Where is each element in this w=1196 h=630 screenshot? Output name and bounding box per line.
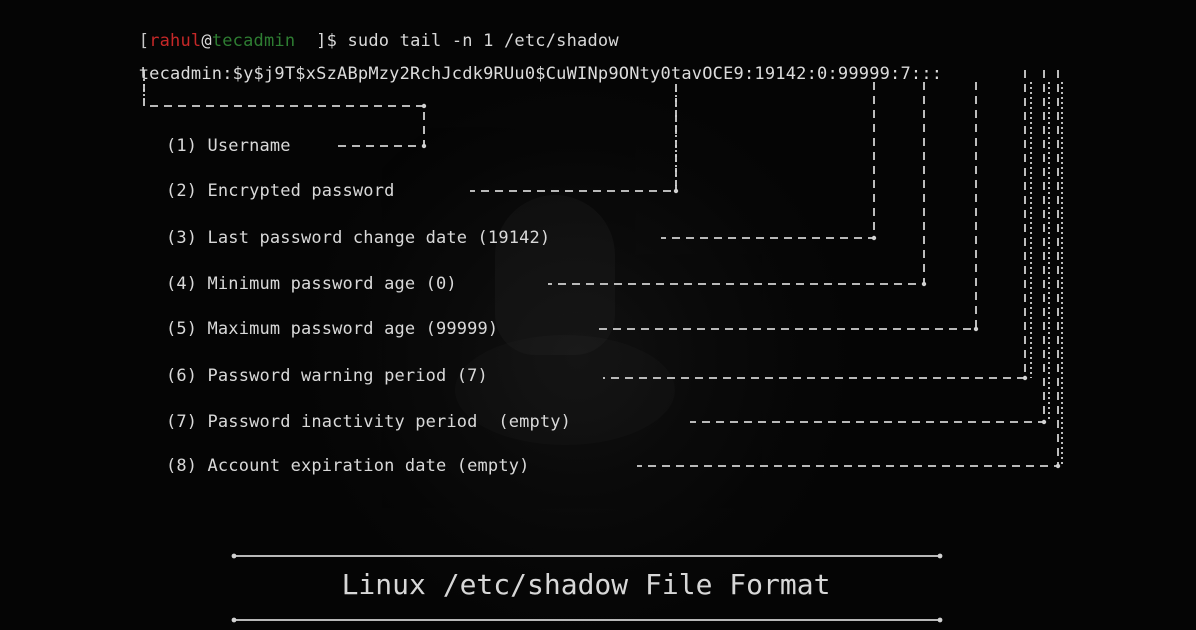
terminal-window: [rahul@tecadmin ]$ sudo tail -n 1 /etc/s…: [0, 0, 1196, 630]
footer-title: Linux /etc/shadow File Format: [341, 568, 831, 601]
field-last-change-label: (3) Last password change date (19142): [166, 228, 551, 248]
field-warning-period-label: (6) Password warning period (7): [166, 366, 488, 386]
field-expiration-date-label: (8) Account expiration date (empty): [166, 456, 530, 476]
shadow-entry-line: tecadmin:$y$j9T$xSzABpMzy2RchJcdk9RUu0$C…: [97, 44, 942, 104]
shadow-entry-text: tecadmin:$y$j9T$xSzABpMzy2RchJcdk9RUu0$C…: [138, 64, 943, 84]
field-encrypted-password-label: (2) Encrypted password: [166, 181, 395, 201]
footer-title-box: Linux /etc/shadow File Format: [230, 546, 942, 624]
field-minimum-age-label: (4) Minimum password age (0): [166, 274, 457, 294]
field-inactivity-period-label: (7) Password inactivity period (empty): [166, 412, 572, 432]
field-username-label: (1) Username: [166, 136, 291, 156]
field-maximum-age-label: (5) Maximum password age (99999): [166, 319, 499, 339]
